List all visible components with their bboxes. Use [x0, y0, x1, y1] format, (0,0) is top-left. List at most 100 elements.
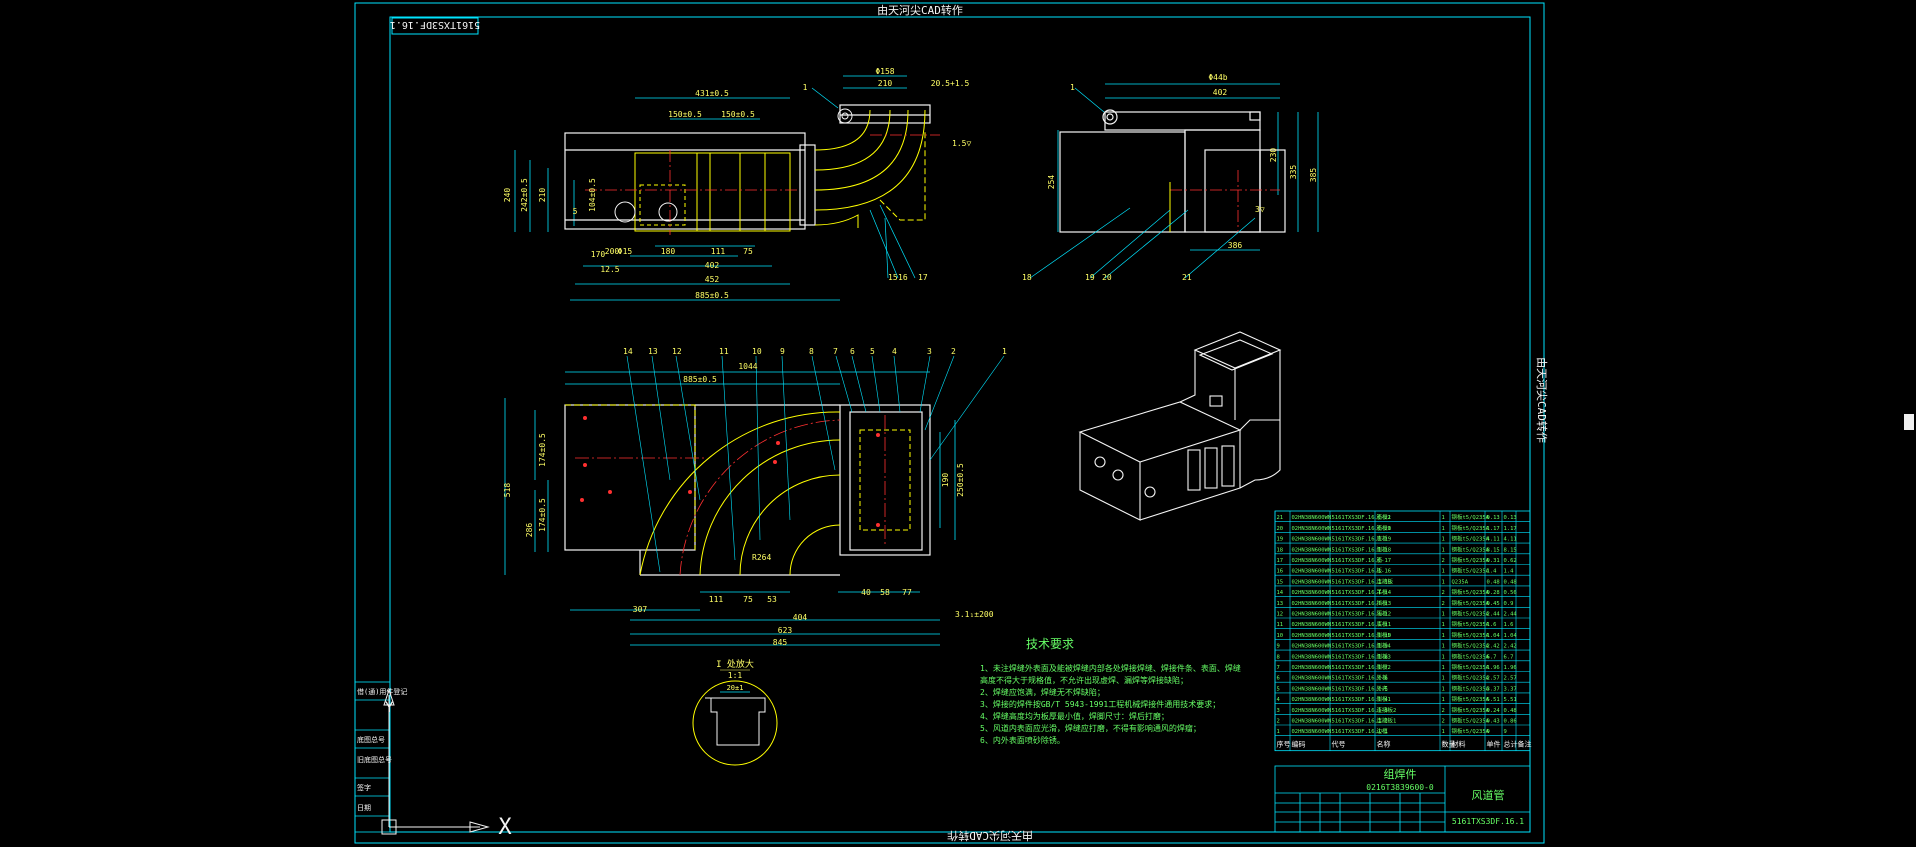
bom-cell-total: 1.04 — [1504, 633, 1518, 639]
bom-row[interactable]: 15 02HN38N600WN 5161TXS3DF.16.1-15连接板 1 Q235… — [1275, 577, 1530, 587]
bom-cell-no: 21 — [1277, 515, 1284, 521]
ucs-x-label: X — [498, 815, 512, 840]
bom-cell-material: 钢板t5/Q235A — [1452, 684, 1490, 692]
bom-cell-no: 12 — [1277, 612, 1284, 618]
sv-dim-1: 402 — [1213, 88, 1228, 97]
fv-dim-9: 104±0.5 — [588, 178, 597, 212]
sv-balloon-21: 21 — [1182, 273, 1192, 282]
bom-cell-total: 0.86 — [1504, 719, 1517, 725]
cad-drawing-canvas[interactable]: 由天河尖CAD转作 由天河尖CAD转作 由天河尖CAD转作 5161TXS3DF… — [0, 0, 1916, 847]
tv-dim-12: 53 — [767, 595, 777, 604]
scrollbar-thumb[interactable] — [1904, 414, 1914, 430]
sv-weld-note: 3▽ — [1255, 205, 1265, 214]
bom-row[interactable]: 16 02HN38N600WN 5161TXS3DF.16.1-16板 1 钢板t5/Q… — [1275, 567, 1530, 576]
fv-dim-15: 452 — [705, 275, 720, 284]
bom-cell-no: 16 — [1277, 569, 1284, 575]
tv-dim-14: 40 — [861, 588, 871, 597]
bom-row[interactable]: 11 02HN38N600WN 5161TXS3DF.16.1-11底板 1 钢板t5/… — [1275, 620, 1530, 630]
tv-balloon-14: 14 — [623, 347, 633, 356]
bom-row[interactable]: 17 02HN38N600WN 5161TXS3DF.16.1-17筋 2 钢板t5/Q… — [1275, 556, 1530, 565]
bom-cell-material: 钢板t5/Q235A — [1452, 556, 1490, 564]
fv-balloon-17: 17 — [918, 273, 928, 282]
bom-cell-qty: 1 — [1442, 526, 1445, 532]
sidebar-label-2: 底图总号 — [357, 735, 385, 744]
bom-row[interactable]: 10 02HN38N600WN 5161TXS3DF.16.1-10侧板5 1 钢板t5… — [1275, 631, 1530, 640]
vertical-scrollbar[interactable] — [1902, 0, 1916, 847]
bom-cell-code: 02HN38N600WN — [1292, 622, 1332, 628]
bill-of-materials[interactable]: 21 02HN38N600WN 5161TXS3DF.16.1-21筋板2 1 钢板t5… — [1274, 510, 1532, 752]
bom-row[interactable]: 14 02HN38N600WN 5161TXS3DF.16.1-14吊板 2 钢板t5/… — [1275, 588, 1530, 597]
bom-cell-total: 0.48 — [1504, 708, 1517, 714]
sv-dim-5: 385 — [1309, 168, 1318, 183]
tv-weld-note: 3.1₁±200 — [955, 610, 994, 619]
bom-cell-name: 侧板 — [1377, 545, 1389, 553]
bom-row[interactable]: 7 02HN38N600WN 5161TXS3DF.16.1-7侧板2 1 钢板t5/Q… — [1275, 663, 1530, 672]
bom-cell-material: 钢板t5/Q235A — [1452, 717, 1490, 725]
front-view[interactable]: 431±0.5 150±0.5 150±0.5 Φ158 210 20.5+1.… — [503, 67, 971, 301]
tv-balloon-11: 11 — [719, 347, 729, 356]
bom-cell-unit: 1.17 — [1487, 526, 1500, 532]
bom-cell-material: 钢板t5/Q235A — [1452, 545, 1490, 553]
bom-cell-unit: 2.44 — [1487, 612, 1501, 618]
bom-row[interactable]: 1 02HN38N600WN 5161TXS3DF.16.1-1边框 1 钢板t5/Q2… — [1275, 727, 1530, 737]
bom-cell-name: 底板 — [1377, 620, 1389, 628]
bom-cell-name: 侧板5 — [1377, 631, 1391, 639]
bom-cell-material: 钢板t5/Q235A — [1452, 631, 1490, 639]
bom-row[interactable]: 20 02HN38N600WN 5161TXS3DF.16.1-20筋板1 1 钢板t5… — [1275, 524, 1530, 533]
title-part-name: 风道管 — [1472, 788, 1505, 802]
bom-cell-material: 钢板t5/Q235A — [1452, 695, 1490, 703]
bom-cell-qty: 1 — [1442, 644, 1445, 650]
fv-dim-0: 431±0.5 — [695, 89, 729, 98]
bom-row[interactable]: 13 02HN38N600WN 5161TXS3DF.16.1-13挡板 2 钢板t5/… — [1275, 599, 1530, 608]
bom-row[interactable]: 21 02HN38N600WN 5161TXS3DF.16.1-21筋板2 1 钢板t5… — [1275, 513, 1530, 523]
side-view[interactable]: Φ44b 402 254 230 335 385 386 18 19 20 21… — [1022, 73, 1319, 282]
bom-row[interactable]: 6 02HN38N600WN 5161TXS3DF.16.1-6外板 1 钢板t5/Q2… — [1275, 674, 1530, 683]
tv-dim-11: 75 — [743, 595, 753, 604]
bom-row[interactable]: 12 02HN38N600WN 5161TXS3DF.16.1-12隔板 1 钢板t5/… — [1275, 610, 1530, 619]
bom-cell-qty: 1 — [1442, 569, 1445, 575]
bom-cell-qty: 2 — [1442, 719, 1445, 725]
sidebar-label-3: 签字 — [357, 783, 371, 792]
detail-view-I[interactable]: I 处放大 1:1 20±1 — [692, 658, 778, 766]
sv-dim-0: Φ44b — [1208, 73, 1227, 82]
sv-dim-3: 230 — [1269, 148, 1278, 163]
tv-dim-10: 111 — [709, 595, 724, 604]
fv-dim-14: 402 — [705, 261, 720, 270]
title-type: 组焊件 — [1384, 767, 1417, 781]
bom-row[interactable]: 18 02HN38N600WN 5161TXS3DF.16.1-18侧板 1 钢板t5/… — [1275, 545, 1530, 555]
bom-cell-no: 19 — [1277, 537, 1284, 543]
bom-cell-unit: 1.04 — [1487, 633, 1501, 639]
bom-cell-qty: 2 — [1442, 708, 1445, 714]
notes-item-2: 2、焊缝应饱满，焊缝无不焊缺陷； — [980, 687, 1105, 697]
sv-dim-4: 335 — [1289, 165, 1298, 180]
bom-header-cell: 总计 — [1504, 739, 1518, 748]
bom-cell-total: 0.56 — [1504, 590, 1517, 596]
fv-dim-3: Φ158 — [875, 67, 894, 76]
bom-cell-name: 筋板2 — [1377, 513, 1391, 521]
corner-code: 5161TXS3DF.16.1 — [390, 19, 480, 30]
bom-cell-no: 14 — [1277, 590, 1284, 596]
cad-viewport[interactable]: 由天河尖CAD转作 由天河尖CAD转作 由天河尖CAD转作 5161TXS3DF… — [0, 0, 1916, 847]
bom-row[interactable]: 5 02HN38N600WN 5161TXS3DF.16.1-5外壳 1 钢板t5/Q2… — [1275, 684, 1530, 694]
bom-row[interactable]: 2 02HN38N600WN 5161TXS3DF.16.1-2连接板1 2 钢板t5/… — [1275, 717, 1530, 726]
bom-cell-unit: 9 — [1487, 729, 1490, 735]
fv-dim-2: 150±0.5 — [721, 110, 755, 119]
bom-cell-no: 9 — [1277, 644, 1280, 650]
bom-row[interactable]: 3 02HN38N600WN 5161TXS3DF.16.1-3连接板2 2 钢板t5/… — [1275, 706, 1530, 715]
top-view[interactable]: 14 13 12 11 10 9 8 7 6 5 4 3 2 1 1044 88… — [503, 347, 1007, 647]
bom-cell-no: 3 — [1277, 708, 1280, 714]
tv-dim-5: 286 — [525, 523, 534, 538]
isometric-view[interactable] — [1078, 331, 1282, 521]
bom-cell-unit: 2.42 — [1487, 644, 1500, 650]
bom-row[interactable]: 19 02HN38N600WN 5161TXS3DF.16.1-19底板 1 钢板t5/… — [1275, 535, 1530, 544]
bom-cell-code: 02HN38N600WN — [1292, 537, 1332, 543]
bom-cell-total: 3.37 — [1504, 686, 1517, 692]
bom-row[interactable]: 9 02HN38N600WN 5161TXS3DF.16.1-9侧板4 1 钢板t5/Q… — [1275, 642, 1530, 651]
left-sidebar: 借(通)用件登记 旧底图总号 底图总号 签字 日期 — [354, 681, 407, 833]
bom-cell-qty: 2 — [1442, 558, 1445, 564]
sidebar-label-1: 旧底图总号 — [357, 755, 392, 764]
bom-cell-unit: 0.48 — [1487, 579, 1500, 585]
bom-cell-qty: 1 — [1442, 537, 1445, 543]
bom-row[interactable]: 4 02HN38N600WN 5161TXS3DF.16.1-4侧板1 1 钢板t5/Q… — [1275, 695, 1530, 704]
bom-row[interactable]: 8 02HN38N600WN 5161TXS3DF.16.1-8侧板3 1 钢板t5/Q… — [1275, 652, 1530, 662]
